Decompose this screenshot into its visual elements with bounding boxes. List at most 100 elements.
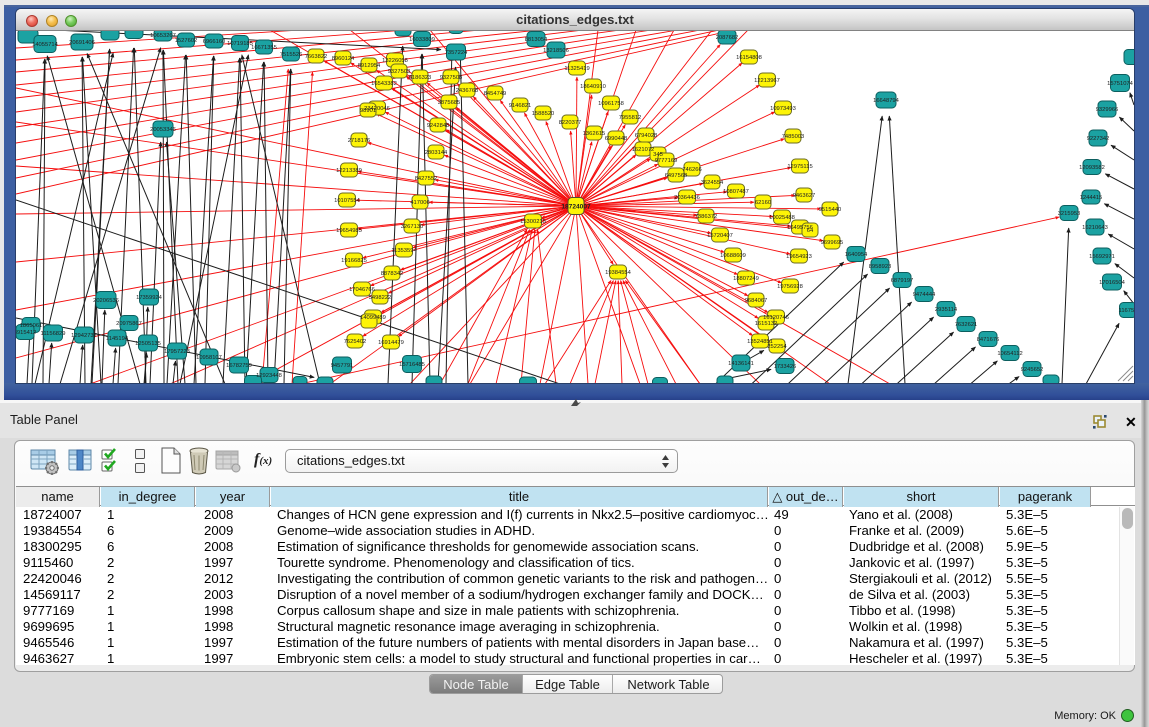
svg-text:14136141: 14136141	[728, 361, 754, 367]
svg-text:6497568: 6497568	[665, 173, 688, 179]
svg-text:15692971: 15692971	[1089, 254, 1115, 260]
svg-text:116753: 116753	[1119, 308, 1134, 314]
svg-text:7663822: 7663822	[305, 54, 328, 60]
svg-text:16648794: 16648794	[873, 98, 900, 104]
svg-text:9463627: 9463627	[793, 193, 816, 199]
svg-text:9474444: 9474444	[913, 292, 936, 298]
svg-text:14099489: 14099489	[360, 315, 386, 321]
svg-text:62160: 62160	[755, 200, 771, 206]
svg-text:12505135: 12505135	[135, 341, 161, 347]
svg-text:1733426: 1733426	[774, 364, 797, 370]
svg-text:11325419: 11325419	[564, 66, 589, 72]
svg-text:8878342: 8878342	[381, 271, 404, 277]
svg-text:7632621: 7632621	[955, 322, 978, 328]
svg-text:8912954: 8912954	[358, 63, 381, 69]
svg-text:9146821: 9146821	[509, 103, 532, 109]
svg-text:8186323: 8186323	[409, 75, 432, 81]
svg-text:14055714: 14055714	[32, 42, 59, 48]
svg-text:9242848: 9242848	[427, 123, 450, 129]
svg-text:1621072: 1621072	[632, 147, 655, 153]
svg-text:9457791: 9457791	[331, 363, 354, 369]
svg-text:13218506: 13218506	[543, 48, 569, 54]
svg-text:19166825: 19166825	[341, 258, 367, 264]
svg-text:2718176: 2718176	[348, 138, 371, 144]
svg-text:17046766: 17046766	[349, 287, 375, 293]
svg-text:7386372: 7386372	[695, 214, 718, 220]
svg-text:10688609: 10688609	[720, 253, 746, 259]
svg-text:9245652: 9245652	[1021, 367, 1044, 373]
svg-text:10973493: 10973493	[770, 106, 796, 112]
svg-text:3267130: 3267130	[401, 224, 424, 230]
svg-text:7955812: 7955812	[619, 115, 642, 121]
svg-text:20975867: 20975867	[116, 321, 142, 327]
svg-text:16033809: 16033809	[409, 37, 435, 43]
svg-text:3915412: 3915412	[16, 330, 36, 336]
svg-text:12942737: 12942737	[71, 333, 97, 339]
svg-text:8454749: 8454749	[484, 91, 507, 97]
svg-text:6990448: 6990448	[605, 136, 628, 142]
svg-text:9327503: 9327503	[388, 69, 411, 75]
svg-text:19756928: 19756928	[777, 284, 803, 290]
svg-text:6794028: 6794028	[635, 133, 658, 139]
svg-text:3875685: 3875685	[438, 100, 461, 106]
svg-text:7625402: 7625402	[344, 339, 367, 345]
svg-text:10958107: 10958107	[196, 355, 222, 361]
svg-text:15716485: 15716485	[399, 362, 425, 368]
svg-text:3624554: 3624554	[701, 180, 724, 186]
svg-text:9515440: 9515440	[819, 207, 842, 213]
svg-text:1640954: 1640954	[845, 252, 868, 258]
svg-text:10654112: 10654112	[997, 351, 1022, 357]
svg-text:16671355: 16671355	[251, 45, 277, 51]
svg-text:12213389: 12213389	[336, 168, 362, 174]
svg-text:10025488: 10025488	[769, 215, 795, 221]
svg-text:20206536: 20206536	[93, 298, 119, 304]
svg-text:3215953: 3215953	[1058, 211, 1081, 217]
svg-text:7485003: 7485003	[782, 134, 805, 140]
svg-text:8471676: 8471676	[977, 337, 1000, 343]
svg-text:16154808: 16154808	[736, 55, 762, 61]
svg-text:19654985: 19654985	[336, 228, 362, 234]
svg-text:16543382: 16543382	[371, 81, 397, 87]
svg-text:8960124: 8960124	[332, 56, 355, 62]
svg-text:10961758: 10961758	[598, 101, 624, 107]
svg-text:18640910: 18640910	[580, 84, 606, 90]
svg-text:16210643: 16210643	[1082, 225, 1108, 231]
svg-text:17016504: 17016504	[1099, 280, 1126, 286]
svg-text:9777169: 9777169	[655, 158, 678, 164]
svg-text:9699695: 9699695	[821, 240, 844, 246]
svg-text:16782759: 16782759	[226, 363, 252, 369]
svg-text:9327508: 9327508	[440, 75, 463, 81]
svg-text:9684067: 9684067	[745, 298, 768, 304]
svg-text:10719185: 10719185	[227, 41, 253, 47]
svg-text:19654923: 19654923	[786, 254, 812, 260]
svg-text:17957223: 17957223	[164, 349, 190, 355]
svg-text:17359924: 17359924	[136, 295, 163, 301]
svg-text:1615132: 1615132	[755, 321, 778, 327]
svg-text:12975115: 12975115	[787, 164, 812, 170]
svg-text:10107554: 10107554	[334, 198, 361, 204]
svg-text:7515526: 7515526	[280, 52, 303, 58]
svg-text:19384554: 19384554	[605, 270, 632, 276]
svg-text:20053346: 20053346	[150, 127, 176, 133]
svg-text:1527602: 1527602	[175, 38, 198, 44]
svg-text:10653267: 10653267	[150, 33, 176, 39]
svg-text:2087682: 2087682	[716, 35, 739, 41]
svg-text:15751074: 15751074	[1107, 81, 1134, 87]
svg-text:20364436: 20364436	[674, 195, 700, 201]
svg-text:2935114: 2935114	[935, 307, 958, 313]
svg-text:6966160: 6966160	[203, 39, 226, 45]
svg-text:98901: 98901	[360, 108, 376, 114]
svg-text:12093582: 12093582	[1079, 165, 1105, 171]
svg-text:2803144: 2803144	[425, 150, 448, 156]
svg-text:18807249: 18807249	[733, 276, 759, 282]
svg-text:16914479: 16914479	[378, 340, 404, 346]
svg-text:7357224: 7357224	[445, 50, 468, 56]
svg-text:15300215: 15300215	[520, 219, 546, 225]
svg-text:8813054: 8813054	[525, 37, 548, 43]
svg-text:9227342: 9227342	[1087, 136, 1110, 142]
svg-text:64: 64	[807, 228, 814, 234]
svg-text:6879197: 6879197	[891, 278, 914, 284]
svg-text:18724007: 18724007	[561, 204, 591, 211]
svg-text:10807487: 10807487	[723, 189, 749, 195]
svg-text:252254: 252254	[767, 344, 787, 350]
